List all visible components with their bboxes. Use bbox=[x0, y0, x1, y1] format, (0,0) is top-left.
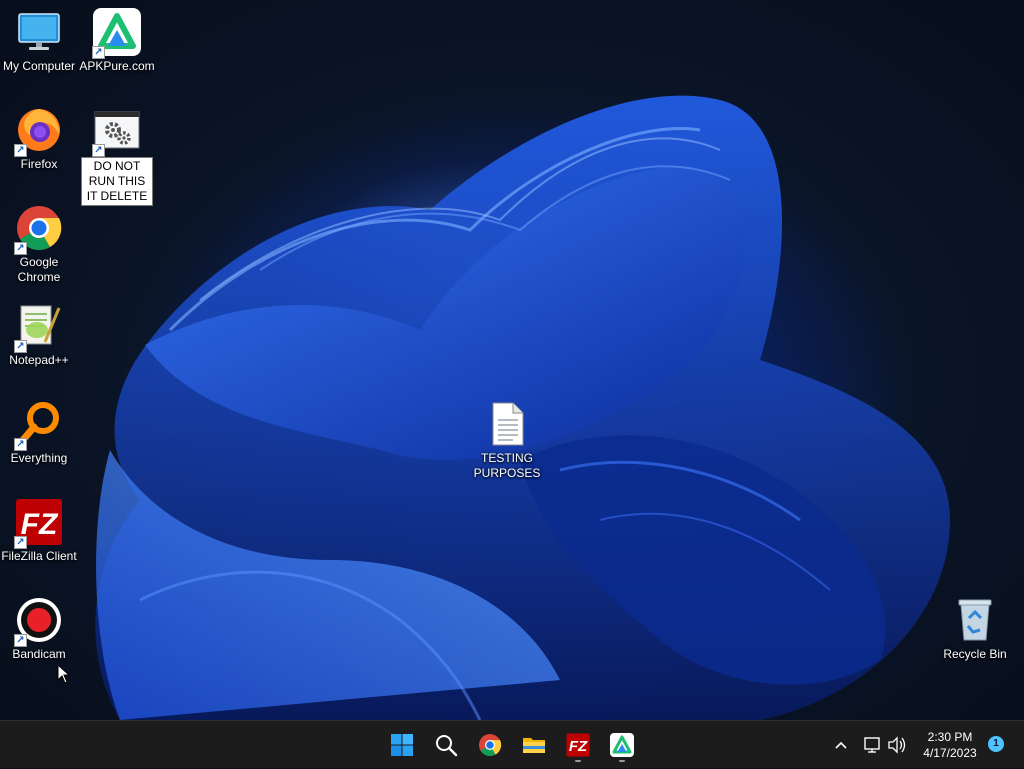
windows-logo-icon bbox=[391, 734, 413, 756]
mouse-cursor-icon bbox=[57, 664, 71, 684]
running-indicator bbox=[575, 760, 581, 762]
firefox-icon: ↗ bbox=[14, 106, 63, 157]
taskbar-apkpure-button[interactable] bbox=[604, 727, 640, 763]
desktop-icon-label: Everything bbox=[10, 451, 68, 465]
taskbar-filezilla-button[interactable]: FZ bbox=[560, 727, 596, 763]
shortcut-arrow-icon: ↗ bbox=[14, 242, 27, 255]
apkpure-icon bbox=[610, 733, 634, 757]
shortcut-arrow-icon: ↗ bbox=[14, 634, 27, 647]
volume-icon[interactable] bbox=[886, 721, 908, 769]
text-document-icon bbox=[483, 400, 531, 448]
chrome-icon bbox=[479, 734, 502, 756]
notification-badge[interactable]: 1 bbox=[988, 736, 1004, 752]
clock-date: 4/17/2023 bbox=[923, 746, 977, 760]
desktop-icon-google-chrome[interactable]: ↗ Google Chrome bbox=[0, 204, 78, 285]
desktop-icon-bandicam[interactable]: ↗ Bandicam bbox=[0, 596, 78, 662]
desktop-icon-label: Bandicam bbox=[12, 647, 66, 661]
shortcut-arrow-icon: ↗ bbox=[92, 144, 105, 157]
running-indicator bbox=[619, 760, 625, 762]
chrome-icon: ↗ bbox=[14, 204, 63, 255]
monitor-icon bbox=[15, 8, 63, 56]
desktop-icon-firefox[interactable]: ↗ Firefox bbox=[0, 106, 78, 172]
desktop-icon-label: Firefox bbox=[20, 157, 58, 171]
desktop-icon-label: APKPure.com bbox=[79, 59, 155, 73]
magnifier-icon: ↗ bbox=[14, 400, 63, 451]
desktop-icon-label: DO NOT RUN THIS IT DELETE bbox=[81, 157, 153, 206]
svg-text:FZ: FZ bbox=[569, 738, 588, 755]
desktop-icon-my-computer[interactable]: My Computer bbox=[0, 8, 78, 74]
taskbar-chrome-button[interactable] bbox=[472, 727, 508, 763]
gear-icon: ↗ bbox=[92, 106, 141, 157]
clock-time: 2:30 PM bbox=[927, 730, 973, 744]
shortcut-arrow-icon: ↗ bbox=[92, 46, 105, 59]
desktop-icon-testing-purposes[interactable]: TESTING PURPOSES bbox=[468, 400, 546, 481]
taskbar-search-button[interactable] bbox=[428, 727, 464, 763]
record-icon: ↗ bbox=[14, 596, 63, 647]
desktop-icon-filezilla-client[interactable]: FZ ↗ FileZilla Client bbox=[0, 498, 78, 564]
desktop-icon-label: Google Chrome bbox=[17, 255, 61, 284]
taskbar-clock[interactable]: 2:30 PM 4/17/2023 bbox=[910, 729, 990, 761]
search-icon bbox=[436, 735, 458, 757]
network-icon[interactable] bbox=[862, 721, 882, 769]
desktop-icon-label: Recycle Bin bbox=[943, 647, 1007, 661]
shortcut-arrow-icon: ↗ bbox=[14, 536, 27, 549]
taskbar: FZ 2:30 PM 4/17/2023 bbox=[0, 720, 1024, 768]
notepad-plus-plus-icon: ↗ bbox=[14, 302, 63, 353]
shortcut-arrow-icon: ↗ bbox=[14, 144, 27, 157]
desktop-icon-recycle-bin[interactable]: Recycle Bin bbox=[936, 596, 1014, 662]
desktop-icon-label: TESTING PURPOSES bbox=[473, 451, 541, 480]
shortcut-arrow-icon: ↗ bbox=[14, 438, 27, 451]
filezilla-icon: FZ ↗ bbox=[14, 498, 63, 549]
desktop-icon-notepad-plus-plus[interactable]: ↗ Notepad++ bbox=[0, 302, 78, 368]
desktop-icon-label: FileZilla Client bbox=[1, 549, 77, 563]
filezilla-icon: FZ bbox=[566, 733, 590, 757]
desktop-icon-do-not-run[interactable]: ↗ DO NOT RUN THIS IT DELETE bbox=[78, 106, 156, 206]
apkpure-icon: ↗ bbox=[92, 8, 141, 59]
shortcut-arrow-icon: ↗ bbox=[14, 340, 27, 353]
desktop-icon-label: Notepad++ bbox=[9, 353, 69, 367]
desktop-icon-label: My Computer bbox=[2, 59, 76, 73]
taskbar-file-explorer-button[interactable] bbox=[516, 727, 552, 763]
start-button[interactable] bbox=[384, 727, 420, 763]
desktop[interactable]: My Computer ↗ Firefox ↗ Google Chrome ↗ … bbox=[0, 0, 1024, 720]
folder-icon bbox=[523, 738, 545, 753]
desktop-icon-everything[interactable]: ↗ Everything bbox=[0, 400, 78, 466]
recycle-bin-icon bbox=[951, 596, 999, 644]
chevron-up-icon[interactable] bbox=[832, 721, 850, 769]
desktop-icon-apkpure[interactable]: ↗ APKPure.com bbox=[78, 8, 156, 74]
